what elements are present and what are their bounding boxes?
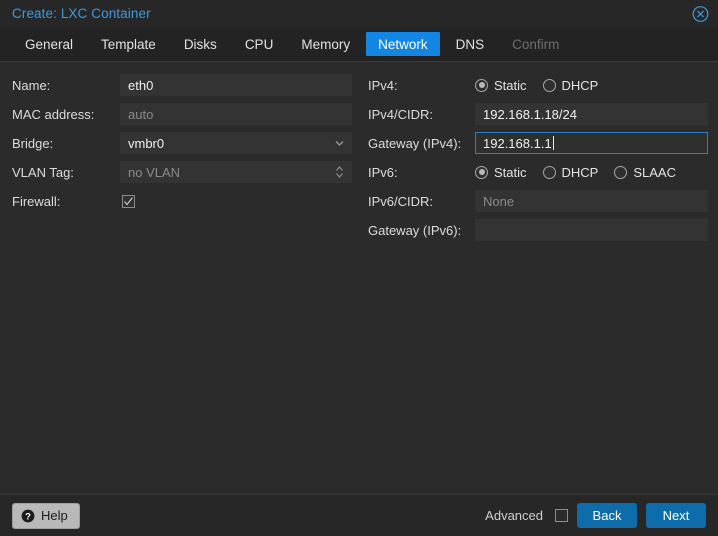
tab-dns[interactable]: DNS xyxy=(444,32,497,56)
ipv4-radio-static-label: Static xyxy=(494,77,527,93)
tab-cpu[interactable]: CPU xyxy=(233,32,286,56)
ipv6-gateway-input[interactable] xyxy=(475,219,708,241)
create-lxc-container-dialog: Create: LXC Container General Template D… xyxy=(0,0,718,536)
field-row-ipv4-gateway: Gateway (IPv4): 192.168.1.1 xyxy=(368,132,708,154)
field-row-bridge: Bridge: vmbr0 xyxy=(12,132,352,154)
form-column-right: IPv4: Static DHCP IPv4/CIDR: 192.168.1.1… xyxy=(368,74,708,248)
ipv6-mode-radiogroup: Static DHCP SLAAC xyxy=(475,161,708,183)
ipv4-radio-static[interactable]: Static xyxy=(475,78,527,93)
wizard-tabbar: General Template Disks CPU Memory Networ… xyxy=(0,27,718,62)
radio-unselected-icon xyxy=(614,165,628,179)
form-column-left: Name: eth0 MAC address: auto Bridge: vmb… xyxy=(12,74,352,219)
ipv4-radio-dhcp[interactable]: DHCP xyxy=(542,77,599,93)
radio-unselected-icon xyxy=(542,78,556,92)
ipv6-radio-dhcp[interactable]: DHCP xyxy=(542,164,599,180)
dialog-footer: ? Help Advanced Back Next xyxy=(0,494,718,536)
field-row-ipv4-cidr: IPv4/CIDR: 192.168.1.18/24 xyxy=(368,103,708,125)
tab-network[interactable]: Network xyxy=(366,32,440,56)
vlan-tag-input[interactable]: no VLAN xyxy=(120,161,352,183)
network-settings-form: Name: eth0 MAC address: auto Bridge: vmb… xyxy=(0,62,718,494)
next-button[interactable]: Next xyxy=(646,503,706,528)
text-cursor xyxy=(552,136,554,150)
ipv4-gateway-label: Gateway (IPv4): xyxy=(368,135,462,151)
advanced-label: Advanced xyxy=(485,508,543,523)
tab-general[interactable]: General xyxy=(13,32,85,56)
advanced-checkbox[interactable] xyxy=(555,509,568,522)
field-row-ipv6-gateway: Gateway (IPv6): xyxy=(368,219,708,241)
name-input[interactable]: eth0 xyxy=(120,74,352,96)
radio-unselected-icon xyxy=(542,165,556,179)
tab-confirm: Confirm xyxy=(512,36,560,52)
bridge-label: Bridge: xyxy=(12,135,54,151)
ipv4-cidr-label: IPv4/CIDR: xyxy=(368,106,434,122)
ipv6-cidr-label: IPv6/CIDR: xyxy=(368,193,434,209)
ipv4-cidr-input[interactable]: 192.168.1.18/24 xyxy=(475,103,708,125)
bridge-select[interactable]: vmbr0 xyxy=(120,132,352,154)
bridge-select-value: vmbr0 xyxy=(128,135,165,151)
help-button[interactable]: ? Help xyxy=(12,502,80,529)
dialog-title: Create: LXC Container xyxy=(12,6,151,21)
svg-text:?: ? xyxy=(25,511,31,522)
radio-selected-icon xyxy=(475,165,488,179)
ipv4-gateway-input[interactable]: 192.168.1.1 xyxy=(475,132,708,154)
close-icon[interactable] xyxy=(692,5,709,22)
tab-memory[interactable]: Memory xyxy=(289,32,362,56)
name-input-value: eth0 xyxy=(128,77,154,93)
ipv6-gateway-label: Gateway (IPv6): xyxy=(368,222,462,238)
tab-template[interactable]: Template xyxy=(89,32,168,56)
question-mark-icon: ? xyxy=(21,509,35,523)
field-row-vlan-tag: VLAN Tag: no VLAN xyxy=(12,161,352,183)
firewall-label: Firewall: xyxy=(12,193,61,209)
dialog-titlebar: Create: LXC Container xyxy=(0,0,718,27)
chevron-down-icon[interactable] xyxy=(334,138,345,149)
mac-address-placeholder: auto xyxy=(128,106,154,122)
field-row-name: Name: eth0 xyxy=(12,74,352,96)
ipv4-radio-dhcp-label: DHCP xyxy=(561,77,599,93)
ipv6-radio-static[interactable]: Static xyxy=(475,165,527,180)
vlan-tag-placeholder: no VLAN xyxy=(128,164,181,180)
firewall-checkbox[interactable] xyxy=(122,194,135,208)
mac-address-label: MAC address: xyxy=(12,106,95,122)
field-row-mac-address: MAC address: auto xyxy=(12,103,352,125)
field-row-ipv6-cidr: IPv6/CIDR: None xyxy=(368,190,708,212)
ipv6-radio-slaac[interactable]: SLAAC xyxy=(614,165,676,180)
footer-actions: Advanced Back Next xyxy=(485,503,706,528)
ipv4-label: IPv4: xyxy=(368,77,398,93)
help-button-label: Help xyxy=(41,508,68,523)
field-row-ipv6-mode: IPv6: Static DHCP SLAAC xyxy=(368,161,708,183)
ipv4-mode-radiogroup: Static DHCP xyxy=(475,74,708,96)
field-row-ipv4-mode: IPv4: Static DHCP xyxy=(368,74,708,96)
ipv6-cidr-placeholder: None xyxy=(483,193,515,209)
field-row-firewall: Firewall: xyxy=(12,190,352,212)
ipv6-cidr-input[interactable]: None xyxy=(475,190,708,212)
ipv6-radio-slaac-label: SLAAC xyxy=(633,164,676,180)
ipv6-radio-static-label: Static xyxy=(494,164,527,180)
mac-address-input[interactable]: auto xyxy=(120,103,352,125)
vlan-tag-label: VLAN Tag: xyxy=(12,164,74,180)
radio-selected-icon xyxy=(475,78,488,92)
name-label: Name: xyxy=(12,77,51,93)
ipv4-cidr-value: 192.168.1.18/24 xyxy=(483,106,577,122)
back-button[interactable]: Back xyxy=(577,503,637,528)
ipv6-radio-dhcp-label: DHCP xyxy=(561,164,599,180)
spinner-arrows-icon[interactable] xyxy=(335,165,344,179)
ipv6-label: IPv6: xyxy=(368,164,398,180)
tab-disks[interactable]: Disks xyxy=(172,32,229,56)
ipv4-gateway-value: 192.168.1.1 xyxy=(483,135,552,151)
